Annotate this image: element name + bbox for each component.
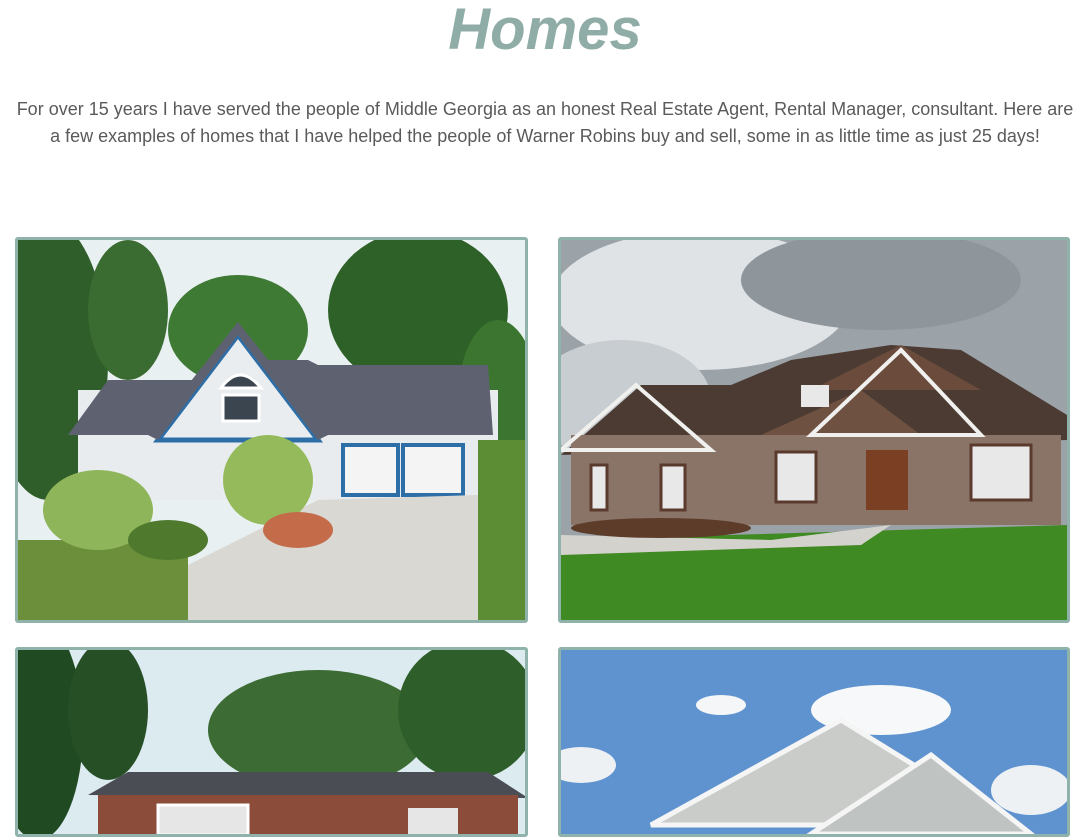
house-photo-2-image	[561, 240, 1067, 620]
home-photo-4[interactable]	[558, 647, 1070, 837]
home-photo-2[interactable]	[558, 237, 1070, 623]
house-photo-1-image	[18, 240, 525, 620]
house-photo-4-image	[561, 650, 1067, 834]
intro-paragraph: For over 15 years I have served the peop…	[16, 99, 1074, 146]
page-title: Homes	[448, 0, 642, 62]
home-photo-1[interactable]	[15, 237, 528, 623]
house-photo-3-image	[18, 650, 525, 834]
home-photo-3[interactable]	[15, 647, 528, 837]
